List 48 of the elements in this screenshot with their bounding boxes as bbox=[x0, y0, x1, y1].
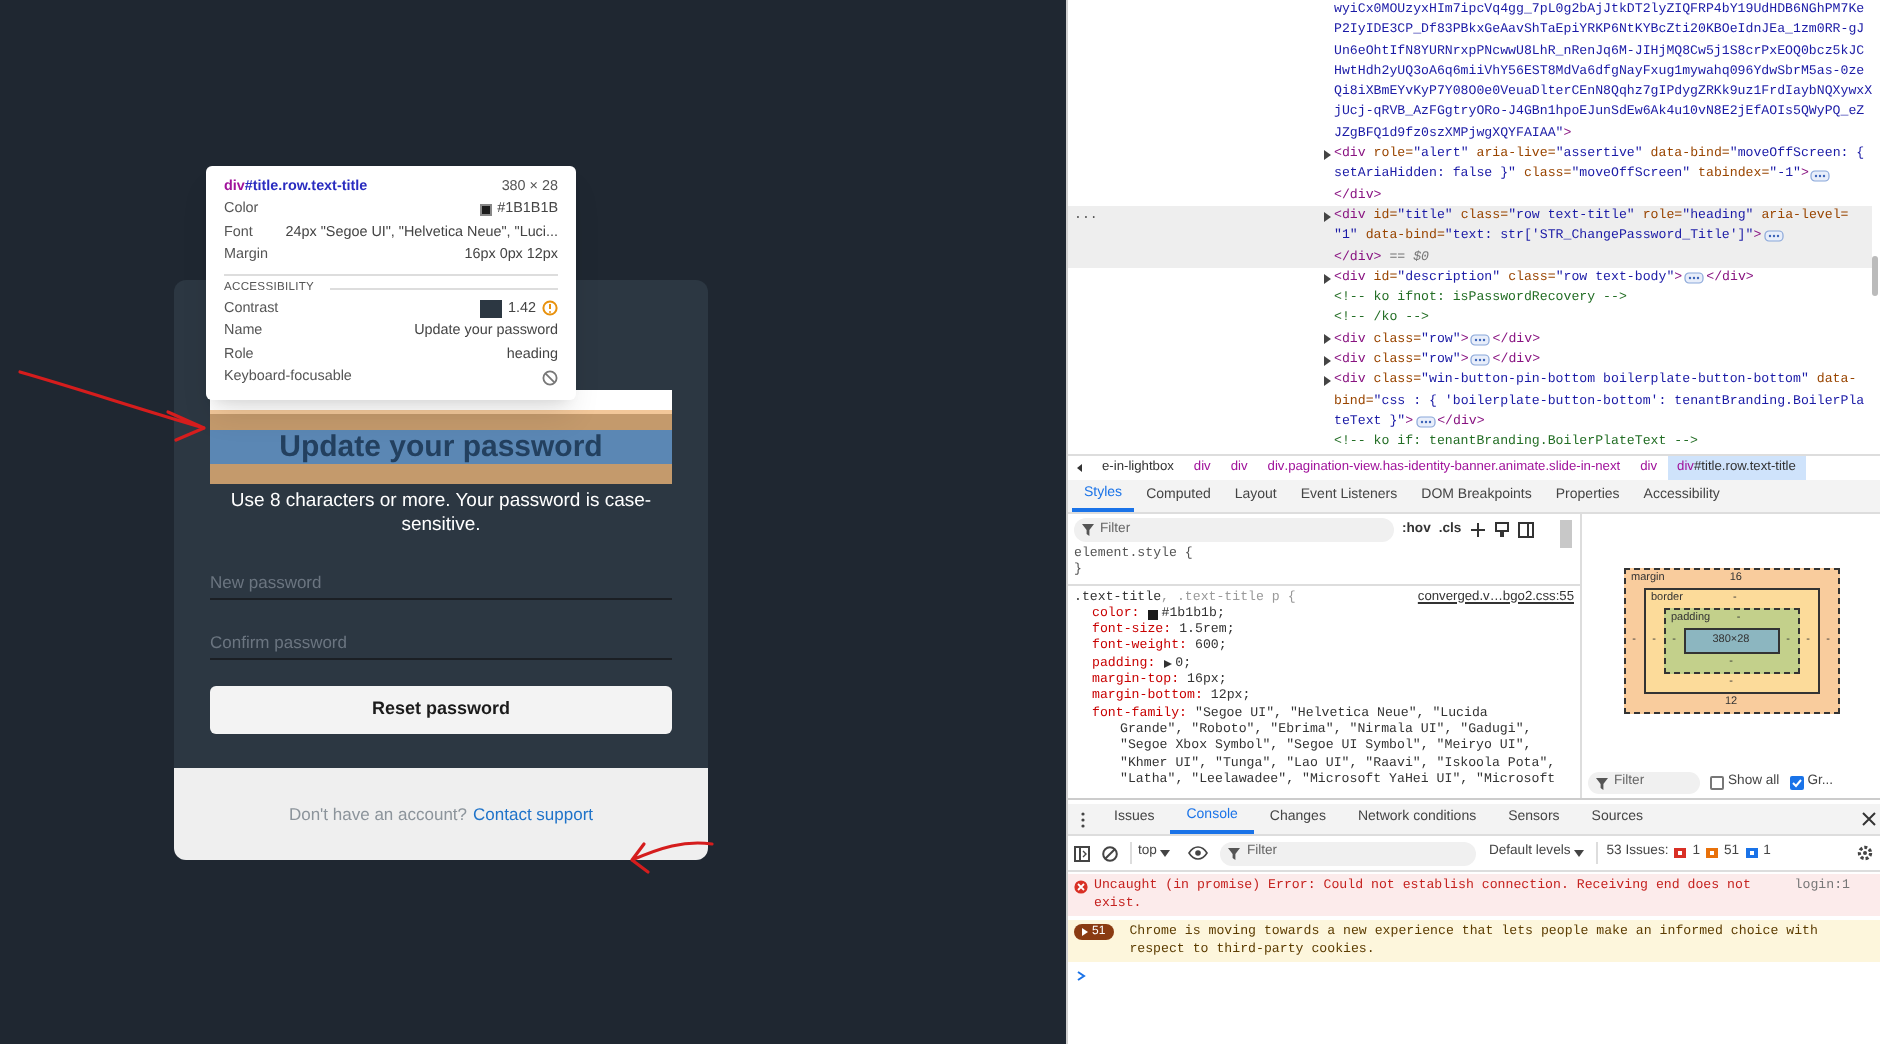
issue-icon bbox=[1674, 847, 1687, 859]
check-icon bbox=[1791, 778, 1802, 788]
footer-text: Don't have an account? bbox=[288, 801, 468, 827]
color-swatch bbox=[479, 203, 492, 216]
error-icon bbox=[1074, 880, 1088, 894]
expand-triangle-icon[interactable] bbox=[1322, 211, 1332, 222]
ellipsis-icon[interactable] bbox=[1470, 333, 1491, 346]
sidebar-toggle-icon[interactable] bbox=[1074, 845, 1090, 861]
eye-icon[interactable] bbox=[1188, 846, 1209, 860]
expand-triangle-icon[interactable] bbox=[1322, 273, 1332, 283]
page-title: Update your password bbox=[279, 432, 603, 462]
expand-triangle-icon[interactable] bbox=[1322, 149, 1332, 160]
add-icon[interactable] bbox=[1469, 522, 1486, 538]
expand-triangle-icon[interactable] bbox=[1322, 375, 1332, 386]
close-icon[interactable] bbox=[1862, 812, 1876, 826]
filter-icon bbox=[1596, 777, 1608, 789]
caret-icon bbox=[1574, 849, 1585, 857]
confirm-password-field[interactable]: Confirm password bbox=[210, 624, 672, 660]
expand-triangle-icon[interactable] bbox=[1322, 334, 1332, 345]
filter-icon bbox=[1228, 847, 1241, 859]
ellipsis-icon[interactable] bbox=[1763, 230, 1784, 243]
settings-icon[interactable] bbox=[1856, 844, 1874, 862]
ellipsis-icon[interactable] bbox=[1415, 416, 1436, 429]
expand-triangle-icon[interactable] bbox=[1322, 355, 1332, 366]
contact-support-link[interactable]: Contact support bbox=[473, 801, 594, 827]
clear-console-icon[interactable] bbox=[1102, 845, 1118, 861]
hand-drawn-arrow-drawing bbox=[624, 836, 716, 880]
issue-icon bbox=[1706, 847, 1719, 859]
sidebar-toggle-icon[interactable] bbox=[1517, 522, 1534, 538]
scrollbar-thumb bbox=[1560, 520, 1572, 548]
filter-icon bbox=[1082, 524, 1094, 536]
new-password-field[interactable]: New password bbox=[210, 564, 672, 600]
paint-brush-icon[interactable] bbox=[1493, 522, 1510, 538]
no-entry-icon bbox=[542, 369, 558, 386]
description-text: Use 8 characters or more. Your password is case-sensitive. bbox=[228, 490, 654, 538]
checkbox[interactable] bbox=[1710, 776, 1724, 790]
warning-icon bbox=[542, 300, 558, 317]
scroll-left-icon[interactable] bbox=[1074, 462, 1086, 474]
reset-password-button[interactable]: Reset password bbox=[210, 686, 672, 734]
ellipsis-icon[interactable] bbox=[1470, 354, 1491, 367]
issue-icon bbox=[1745, 847, 1758, 859]
ellipsis-icon[interactable] bbox=[1810, 169, 1831, 182]
caret-icon bbox=[1160, 849, 1171, 857]
ellipsis-icon[interactable] bbox=[1684, 272, 1705, 284]
scrollbar-thumb bbox=[1872, 256, 1879, 296]
contrast-swatch bbox=[480, 299, 502, 318]
prompt-icon[interactable] bbox=[1076, 970, 1086, 982]
more-options-icon[interactable] bbox=[1080, 811, 1086, 827]
